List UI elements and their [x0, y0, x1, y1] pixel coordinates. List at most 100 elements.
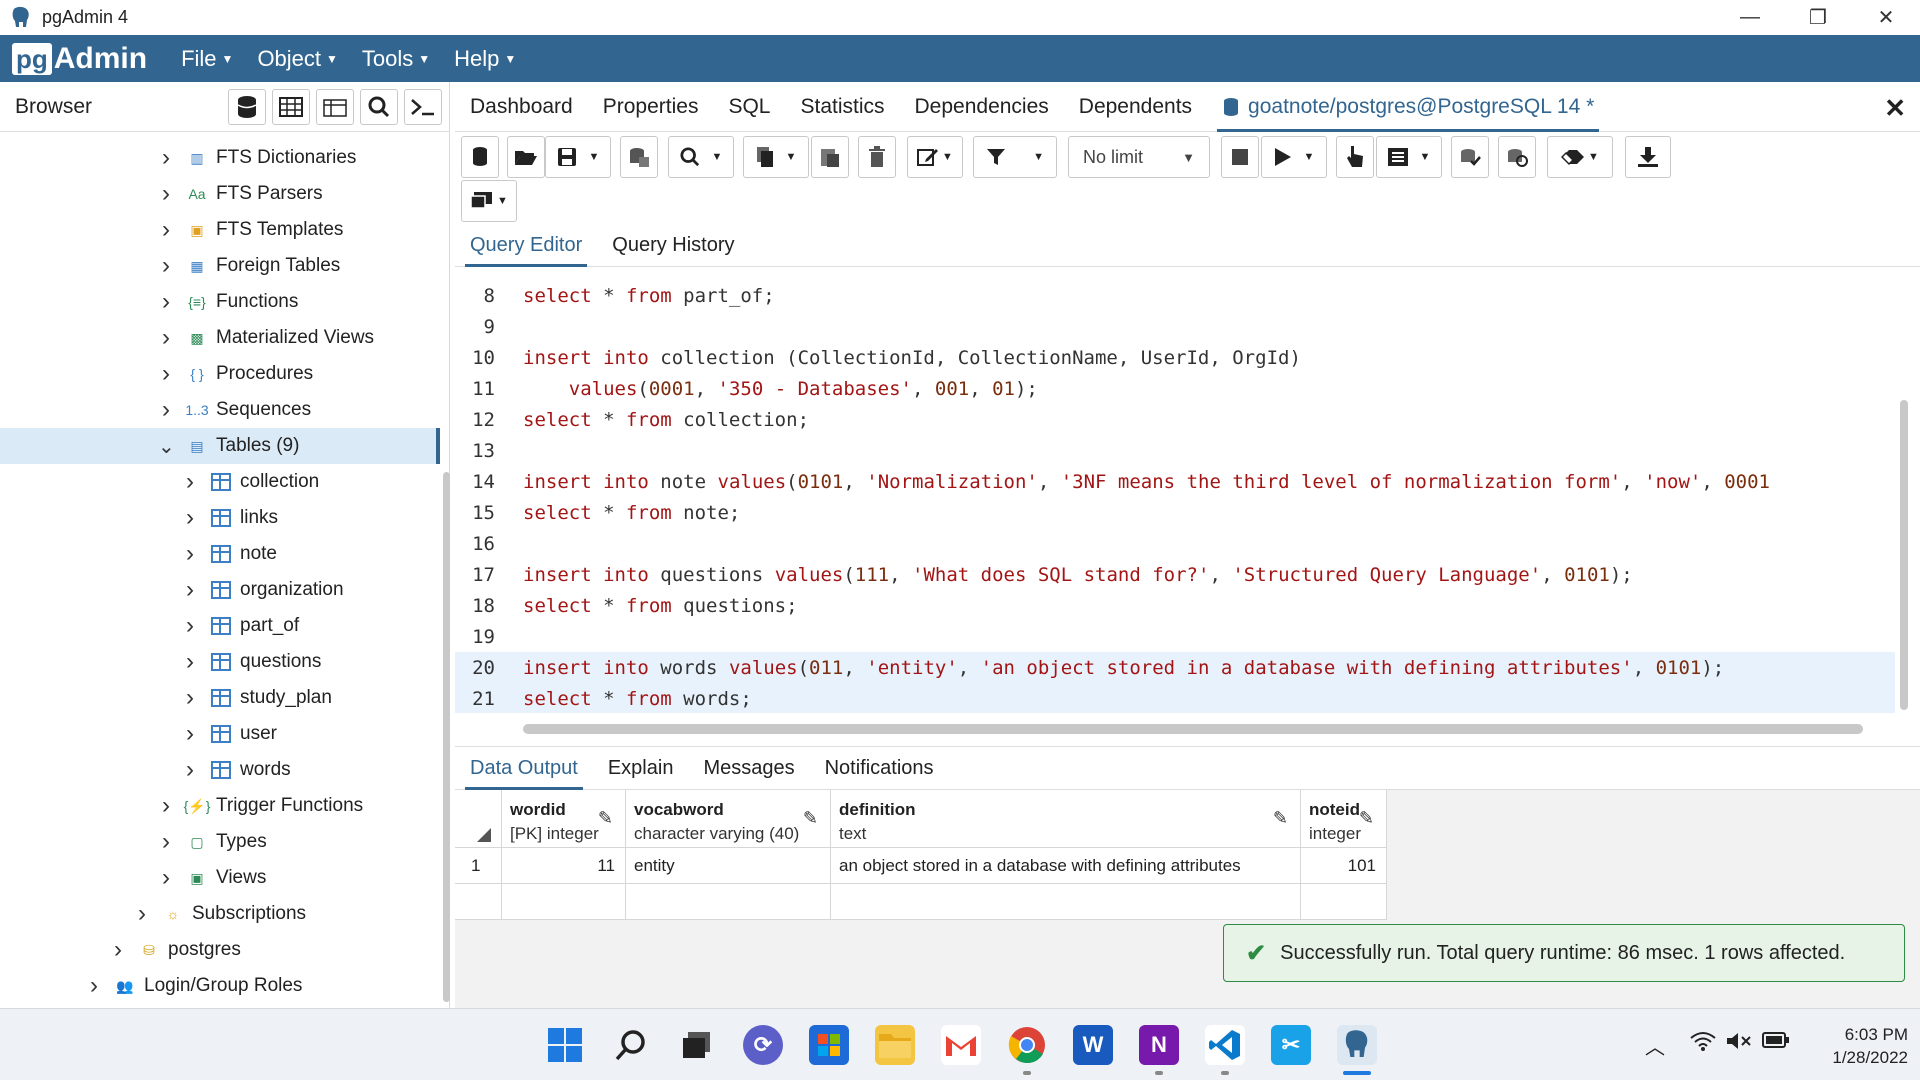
- chevron-right-icon[interactable]: ›: [158, 144, 174, 172]
- code-line[interactable]: 16: [455, 528, 1895, 559]
- tab-explain[interactable]: Explain: [608, 746, 674, 790]
- tree-item-subscriptions[interactable]: › ☼ Subscriptions: [0, 896, 440, 932]
- code-line[interactable]: 13: [455, 435, 1895, 466]
- column-header-noteid[interactable]: noteid integer ✎: [1301, 790, 1387, 848]
- chevron-right-icon[interactable]: ›: [86, 972, 102, 1000]
- editor-vertical-scrollbar[interactable]: [1900, 400, 1908, 710]
- chevron-right-icon[interactable]: ›: [158, 396, 174, 424]
- column-header-definition[interactable]: definition text ✎: [831, 790, 1301, 848]
- chevron-right-icon[interactable]: ›: [182, 756, 198, 784]
- chevron-right-icon[interactable]: ›: [158, 252, 174, 280]
- tab-query-history[interactable]: Query History: [612, 225, 734, 267]
- restore-button[interactable]: ❐: [1784, 0, 1852, 35]
- tree-item-postgres[interactable]: › ⛁ postgres: [0, 932, 440, 968]
- row-limit-select[interactable]: No limit ▼: [1068, 136, 1210, 178]
- tree-item-collection[interactable]: › collection: [0, 464, 440, 500]
- view-data-button[interactable]: [272, 89, 310, 125]
- chevron-right-icon[interactable]: ›: [158, 288, 174, 316]
- tree-item-fts-parsers[interactable]: › Aa FTS Parsers: [0, 176, 440, 212]
- chevron-right-icon[interactable]: ›: [182, 468, 198, 496]
- tree-item-questions[interactable]: › questions: [0, 644, 440, 680]
- chevron-right-icon[interactable]: ›: [158, 324, 174, 352]
- chevron-right-icon[interactable]: ›: [158, 180, 174, 208]
- chevron-right-icon[interactable]: ›: [134, 900, 150, 928]
- menu-object[interactable]: Object ▼: [257, 46, 337, 72]
- windows-start-icon[interactable]: [545, 1025, 585, 1065]
- copy-button[interactable]: ▼: [743, 136, 809, 178]
- search-icon[interactable]: [611, 1025, 651, 1065]
- tab-query-editor[interactable]: Query Editor: [464, 225, 588, 267]
- tab-sql[interactable]: SQL: [728, 82, 770, 132]
- task-view-icon[interactable]: [677, 1025, 717, 1065]
- cell-wordid[interactable]: 11: [502, 848, 626, 884]
- chevron-right-icon[interactable]: ›: [158, 360, 174, 388]
- success-notification[interactable]: ✔ Successfully run. Total query runtime:…: [1223, 924, 1905, 982]
- cell-vocabword[interactable]: entity: [626, 848, 831, 884]
- gmail-icon[interactable]: [941, 1025, 981, 1065]
- chrome-icon[interactable]: [1007, 1025, 1047, 1065]
- tree-item-note[interactable]: › note: [0, 536, 440, 572]
- db-connection-button[interactable]: [461, 136, 499, 178]
- delete-rows-button[interactable]: [858, 136, 896, 178]
- tab-dashboard[interactable]: Dashboard: [470, 82, 573, 132]
- minimize-button[interactable]: —: [1716, 0, 1784, 35]
- menu-help[interactable]: Help ▼: [454, 46, 516, 72]
- tab-dependencies[interactable]: Dependencies: [915, 82, 1049, 132]
- tree-item-functions[interactable]: › {≡} Functions: [0, 284, 440, 320]
- tab-notifications[interactable]: Notifications: [825, 746, 934, 790]
- filtered-rows-button[interactable]: [316, 89, 354, 125]
- chevron-right-icon[interactable]: ›: [158, 828, 174, 856]
- word-icon[interactable]: W: [1073, 1025, 1113, 1065]
- cell-definition[interactable]: an object stored in a database with defi…: [831, 848, 1301, 884]
- filter-button[interactable]: ▼: [973, 136, 1057, 178]
- volume-muted-icon[interactable]: [1726, 1031, 1752, 1057]
- microsoft-store-icon[interactable]: [809, 1025, 849, 1065]
- chevron-up-icon[interactable]: ︿: [1645, 1031, 1665, 1060]
- tab-query-tool[interactable]: goatnote/postgres@PostgreSQL 14 *: [1217, 82, 1600, 132]
- code-line[interactable]: 11 values(0001, '350 - Databases', 001, …: [455, 373, 1895, 404]
- rollback-button[interactable]: [1498, 136, 1536, 178]
- chevron-right-icon[interactable]: ›: [182, 720, 198, 748]
- code-line[interactable]: 21 select * from words;: [455, 683, 1895, 713]
- chevron-right-icon[interactable]: ›: [110, 936, 126, 964]
- chevron-right-icon[interactable]: ›: [182, 684, 198, 712]
- code-line[interactable]: 17 insert into questions values(111, 'Wha…: [455, 559, 1895, 590]
- search-objects-button[interactable]: [360, 89, 398, 125]
- code-line[interactable]: 10 insert into collection (CollectionId, …: [455, 342, 1895, 373]
- tree-item-fts-dictionaries[interactable]: › ▥ FTS Dictionaries: [0, 140, 440, 176]
- chevron-right-icon[interactable]: ›: [182, 648, 198, 676]
- file-explorer-icon[interactable]: [875, 1025, 915, 1065]
- tree-item-views[interactable]: › ▣ Views: [0, 860, 440, 896]
- menu-tools[interactable]: Tools ▼: [362, 46, 430, 72]
- tree-item-part-of[interactable]: › part_of: [0, 608, 440, 644]
- tree-item-materialized-views[interactable]: › ▩ Materialized Views: [0, 320, 440, 356]
- tree-item-login-group-roles[interactable]: › 👥 Login/Group Roles: [0, 968, 440, 1004]
- code-line[interactable]: 12 select * from collection;: [455, 404, 1895, 435]
- explain-button[interactable]: [1336, 136, 1374, 178]
- chevron-right-icon[interactable]: ›: [182, 504, 198, 532]
- pgadmin-taskbar-icon[interactable]: [1337, 1025, 1377, 1065]
- cancel-query-button[interactable]: [1221, 136, 1259, 178]
- save-file-button[interactable]: ▼: [545, 136, 611, 178]
- onenote-icon[interactable]: N: [1139, 1025, 1179, 1065]
- snipping-tool-icon[interactable]: ✂: [1271, 1025, 1311, 1065]
- cell-noteid[interactable]: 101: [1301, 848, 1387, 884]
- tab-statistics[interactable]: Statistics: [800, 82, 884, 132]
- open-file-button[interactable]: [507, 136, 545, 178]
- tree-item-tables-9[interactable]: ⌄ ▤ Tables (9): [0, 428, 440, 464]
- code-line[interactable]: 18 select * from questions;: [455, 590, 1895, 621]
- editor-horizontal-scrollbar[interactable]: [523, 724, 1863, 734]
- tab-data-output[interactable]: Data Output: [465, 746, 583, 790]
- tree-item-links[interactable]: › links: [0, 500, 440, 536]
- vscode-icon[interactable]: [1205, 1025, 1245, 1065]
- grid-corner[interactable]: [455, 790, 502, 848]
- sql-editor[interactable]: 8 select * from part_of; 9 10 insert into co…: [455, 268, 1895, 713]
- close-window-button[interactable]: ✕: [1852, 0, 1920, 35]
- tree-item-trigger-functions[interactable]: › {⚡} Trigger Functions: [0, 788, 440, 824]
- code-line[interactable]: 15 select * from note;: [455, 497, 1895, 528]
- clear-button[interactable]: ▼: [1547, 136, 1613, 178]
- column-header-vocabword[interactable]: vocabword character varying (40) ✎: [626, 790, 831, 848]
- code-line[interactable]: 8 select * from part_of;: [455, 280, 1895, 311]
- tree-item-procedures[interactable]: › { } Procedures: [0, 356, 440, 392]
- tree-item-organization[interactable]: › organization: [0, 572, 440, 608]
